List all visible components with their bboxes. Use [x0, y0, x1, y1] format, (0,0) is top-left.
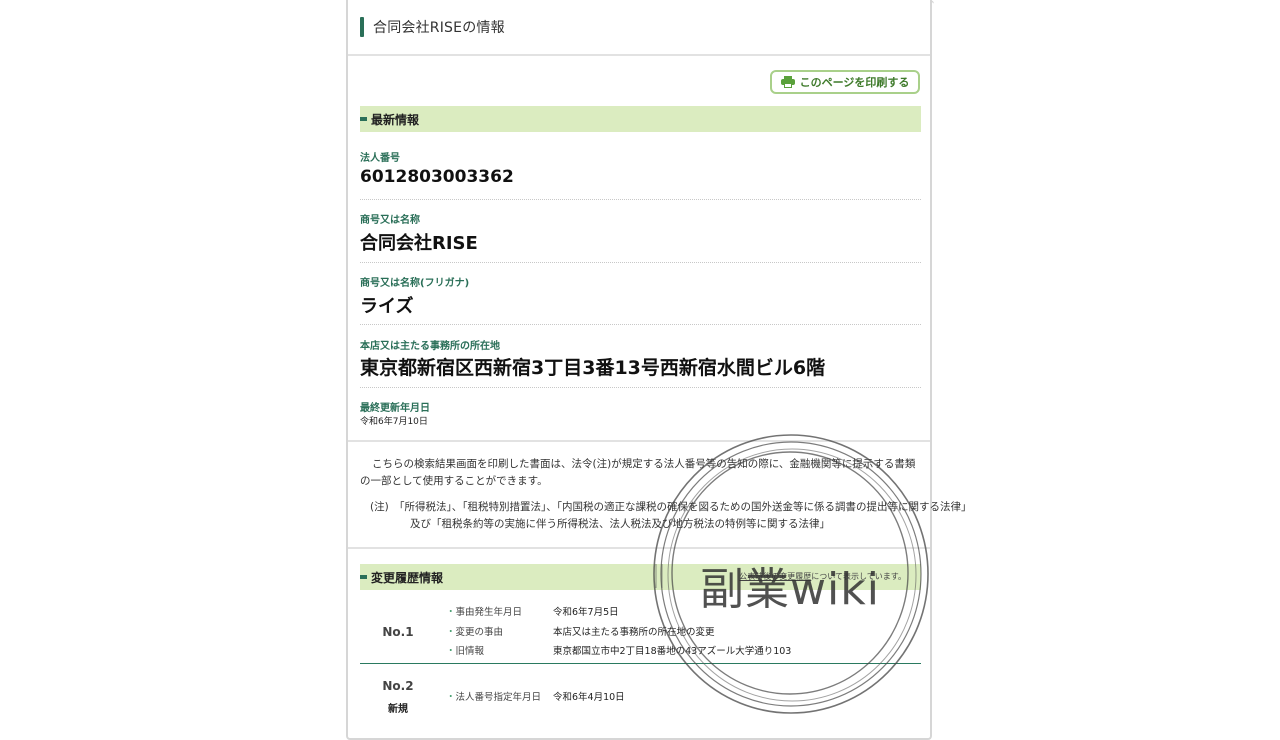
- updated-value: 令和6年7月10日: [360, 417, 428, 427]
- history-key: 変更の事由: [446, 624, 504, 638]
- name-label: 商号又は名称: [360, 215, 420, 226]
- history-new-badge: 新規: [388, 704, 408, 715]
- print-notice-text: こちらの検索結果画面を印刷した書面は、法令(注)が規定する法人番号等の告知の際に…: [360, 458, 916, 487]
- history-key: 事由発生年月日: [446, 604, 523, 618]
- history-value: 本店又は主たる事務所の所在地の変更: [553, 627, 715, 638]
- updated-label: 最終更新年月日: [360, 403, 430, 414]
- history-entry-number: No.2: [382, 679, 414, 693]
- corporate-info-card: 合同会社RISEの情報 このページを印刷する 最新情報 法人番号 6012803…: [346, 0, 971, 740]
- history-note-link[interactable]: 公表時後の変更履歴: [739, 572, 811, 581]
- furigana-label: 商号又は名称(フリガナ): [360, 278, 470, 289]
- history-entry-separator: [360, 663, 921, 664]
- printer-icon: [780, 76, 795, 88]
- history-value: 令和6年4月10日: [553, 692, 625, 703]
- history-entry-number: No.1: [382, 625, 414, 639]
- card-header: 合同会社RISEの情報: [348, 0, 930, 56]
- corp-number-value: 6012803003362: [360, 167, 514, 187]
- section-latest: 最新情報: [360, 106, 921, 132]
- furigana-value: ライズ: [360, 296, 414, 317]
- legal-footnote-text: (注) 「所得税法」、「租税特別措置法」、「内国税の適正な課税の確保を図るための…: [370, 501, 972, 530]
- section-marker: [360, 575, 367, 579]
- section-separator: [348, 547, 930, 549]
- history-value: 令和6年7月5日: [553, 607, 619, 618]
- history-note-text: について表示しています。: [811, 572, 906, 581]
- address-label: 本店又は主たる事務所の所在地: [360, 341, 500, 352]
- history-key: 法人番号指定年月日: [446, 689, 542, 703]
- section-history-title: 変更履歴情報: [371, 570, 444, 585]
- address-value: 東京都新宿区西新宿3丁目3番13号西新宿水間ビル6階: [360, 357, 826, 379]
- page-title: 合同会社RISEの情報: [373, 20, 505, 36]
- history-value: 東京都国立市中2丁目18番地の43アズール大学通り103: [553, 646, 792, 657]
- divider: [360, 324, 921, 325]
- section-marker: [360, 117, 367, 121]
- section-separator: [348, 440, 930, 442]
- divider: [360, 199, 921, 200]
- print-page-button[interactable]: このページを印刷する: [770, 70, 920, 94]
- header-accent-bar: [360, 17, 364, 37]
- divider: [360, 262, 921, 263]
- divider: [360, 387, 921, 388]
- corp-number-label: 法人番号: [360, 153, 400, 164]
- section-latest-title: 最新情報: [371, 112, 420, 127]
- history-note: 公表時後の変更履歴について表示しています。: [739, 571, 906, 582]
- print-button-label: このページを印刷する: [799, 76, 910, 89]
- history-key: 旧情報: [446, 643, 485, 657]
- name-value: 合同会社RISE: [360, 233, 478, 254]
